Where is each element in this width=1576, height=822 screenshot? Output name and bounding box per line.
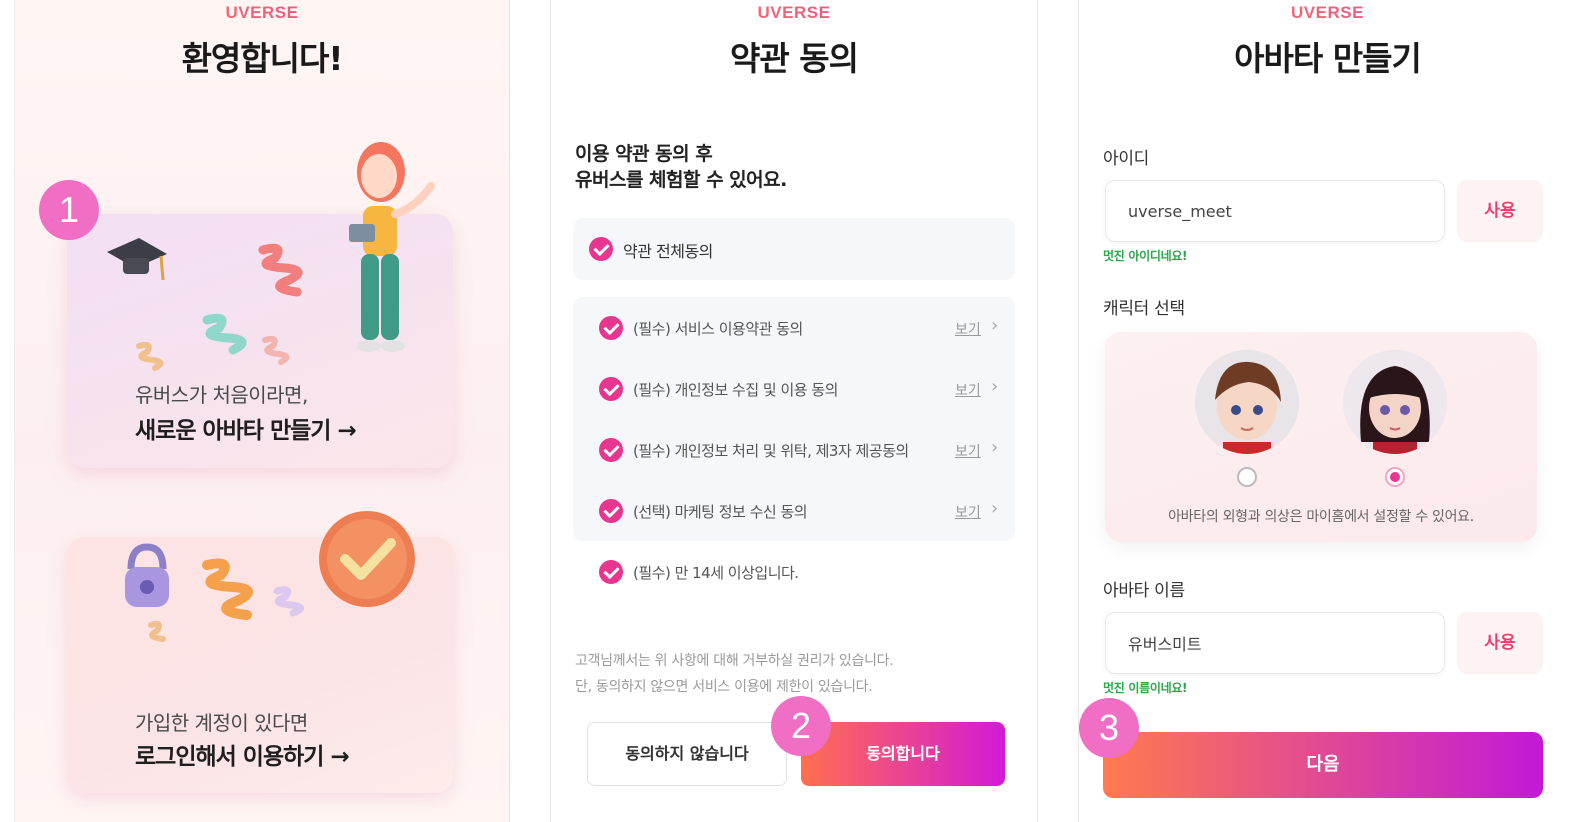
new-card-subtitle: 유버스가 처음이라면, [135, 383, 308, 407]
view-terms-link[interactable]: 보기 [955, 441, 981, 461]
notice-line-2: 단, 동의하지 않으면 서비스 이용에 제한이 있습니다. [575, 679, 873, 695]
agree-button[interactable]: 동의합니다 [801, 722, 1005, 786]
checkmark-icon[interactable] [589, 237, 613, 261]
step-badge-2: 2 [771, 696, 831, 756]
chevron-right-icon[interactable]: › [991, 376, 998, 397]
avatar-create-screen: UVERSE 아바타 만들기 아이디 사용 멋진 아이디네요! 캐릭터 선택 [1078, 0, 1576, 822]
login-card-action[interactable]: 로그인해서 이용하기 → [135, 737, 350, 771]
terms-item-label: (필수) 서비스 이용약관 동의 [633, 320, 803, 338]
brand-logo: UVERSE [551, 3, 1037, 23]
welcome-screen: UVERSE 환영합니다! 유버스가 처음이라면, 새로운 아바타 만들기 → … [14, 0, 510, 822]
checkmark-icon[interactable] [599, 438, 623, 462]
check-badge-icon [319, 511, 415, 607]
terms-item-label: (필수) 개인정보 수집 및 이용 동의 [633, 381, 838, 399]
view-terms-link[interactable]: 보기 [955, 380, 981, 400]
brand-logo: UVERSE [1079, 3, 1576, 23]
brand-logo: UVERSE [15, 3, 509, 23]
new-avatar-card[interactable]: 유버스가 처음이라면, 새로운 아바타 만들기 → [67, 142, 453, 468]
page-title: 아바타 만들기 [1234, 39, 1422, 78]
padlock-icon [125, 543, 169, 607]
next-button[interactable]: 다음 [1103, 732, 1543, 798]
terms-list: (필수) 서비스 이용약관 동의 보기 › (필수) 개인정보 수집 및 이용 … [573, 297, 1015, 541]
name-use-button[interactable]: 사용 [1457, 612, 1543, 674]
step-badge-1: 1 [39, 180, 99, 240]
id-use-button[interactable]: 사용 [1457, 180, 1543, 242]
decline-button[interactable]: 동의하지 않습니다 [587, 722, 787, 786]
intro-text: 이용 약관 동의 후 유버스를 체험할 수 있어요. [575, 141, 787, 193]
intro-line-2: 유버스를 체험할 수 있어요. [575, 169, 787, 191]
new-avatar-illustration [107, 142, 435, 371]
boy-avatar-icon [1195, 350, 1299, 454]
chevron-right-icon[interactable]: › [991, 498, 998, 519]
id-label: 아이디 [1103, 149, 1150, 169]
avatar-name-label: 아바타 이름 [1103, 581, 1185, 601]
login-illustration [125, 511, 415, 642]
page-title: 약관 동의 [730, 39, 859, 78]
character-radio-2[interactable] [1385, 467, 1405, 487]
terms-screen: UVERSE 약관 동의 이용 약관 동의 후 유버스를 체험할 수 있어요. … [550, 0, 1038, 822]
view-terms-link[interactable]: 보기 [955, 319, 981, 339]
avatar-name-input[interactable] [1105, 612, 1445, 674]
new-card-action[interactable]: 새로운 아바타 만들기 → [135, 411, 357, 445]
view-terms-link[interactable]: 보기 [955, 502, 981, 522]
checkmark-icon[interactable] [599, 316, 623, 340]
character-note: 아바타의 외형과 의상은 마이홈에서 설정할 수 있어요. [1168, 509, 1474, 525]
character-select-panel: 아바타의 외형과 의상은 마이홈에서 설정할 수 있어요. [1105, 332, 1537, 542]
avatar-option-boy[interactable] [1195, 350, 1299, 454]
notice-line-1: 고객님께서는 위 사항에 대해 거부하실 권리가 있습니다. [575, 653, 894, 669]
login-card[interactable]: 가입한 계정이 있다면 로그인해서 이용하기 → [67, 511, 453, 793]
checkmark-icon[interactable] [599, 560, 623, 584]
id-input[interactable] [1105, 180, 1445, 242]
chevron-right-icon[interactable]: › [991, 315, 998, 336]
terms-item-label: (선택) 마케팅 정보 수신 동의 [633, 503, 808, 521]
login-card-subtitle: 가입한 계정이 있다면 [135, 711, 308, 735]
id-valid-message: 멋진 아이디네요! [1103, 249, 1188, 263]
chevron-right-icon[interactable]: › [991, 437, 998, 458]
character-radio-1[interactable] [1237, 467, 1257, 487]
age-confirm-label: (필수) 만 14세 이상입니다. [633, 564, 799, 582]
step-badge-3: 3 [1079, 698, 1139, 758]
avatar-option-girl[interactable] [1343, 350, 1447, 454]
name-valid-message: 멋진 이름이네요! [1103, 681, 1188, 695]
character-figure [349, 142, 435, 352]
checkmark-icon[interactable] [599, 499, 623, 523]
page-title: 환영합니다! [181, 39, 344, 78]
agree-all-label: 약관 전체동의 [623, 242, 713, 261]
checkmark-icon[interactable] [599, 377, 623, 401]
girl-avatar-icon [1343, 350, 1447, 454]
intro-line-1: 이용 약관 동의 후 [575, 143, 713, 165]
graduation-cap-icon [107, 238, 167, 281]
terms-item-label: (필수) 개인정보 처리 및 위탁, 제3자 제공동의 [633, 442, 909, 460]
notice-text: 고객님께서는 위 사항에 대해 거부하실 권리가 있습니다. 단, 동의하지 않… [575, 648, 894, 700]
character-label: 캐릭터 선택 [1103, 299, 1185, 319]
agree-all-row[interactable]: 약관 전체동의 [573, 218, 1015, 280]
spring-icon [148, 558, 304, 642]
